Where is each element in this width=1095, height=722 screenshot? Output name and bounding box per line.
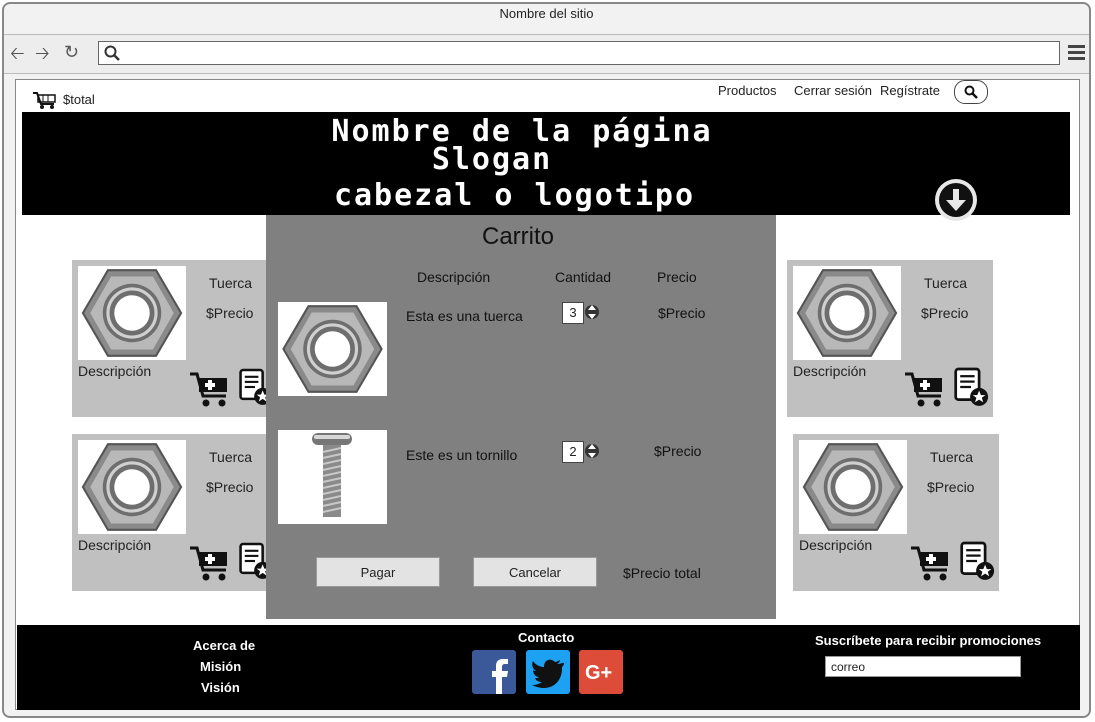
product-name: Tuerca	[209, 449, 253, 465]
screw-image-icon	[312, 433, 352, 517]
product-card[interactable]: Tuerca $Precio Descripción	[72, 434, 272, 591]
product-image	[78, 440, 186, 534]
facebook-icon[interactable]	[472, 650, 516, 694]
product-price: $Precio	[206, 305, 254, 321]
product-image	[793, 266, 901, 360]
search-icon	[964, 85, 978, 99]
details-icon[interactable]	[959, 539, 995, 583]
quantity-arrows[interactable]	[585, 441, 599, 461]
add-to-cart-icon[interactable]	[909, 542, 955, 582]
reload-icon[interactable]: ↻	[64, 43, 79, 61]
site-search-button[interactable]	[954, 80, 988, 104]
window-title: Nombre del sitio	[499, 6, 594, 21]
product-description: Descripción	[78, 363, 152, 379]
column-header-description: Descripción	[417, 269, 491, 285]
nav-link-cerrar-sesion[interactable]: Cerrar sesión	[794, 83, 872, 98]
back-arrow-icon[interactable]: 🡠	[10, 44, 25, 62]
svg-text:G+: G+	[585, 662, 612, 684]
slogan: Slogan	[431, 142, 553, 177]
footer-link-about[interactable]: Acerca de	[193, 638, 255, 653]
product-description: Descripción	[799, 537, 873, 553]
cart-total: $total	[63, 92, 95, 107]
footer-link-mission[interactable]: Misión	[200, 659, 241, 674]
product-description: Descripción	[793, 363, 867, 379]
product-price: $Precio	[206, 479, 254, 495]
product-description: Descripción	[78, 537, 152, 553]
details-icon[interactable]	[953, 365, 989, 409]
product-price: $Precio	[921, 305, 969, 321]
footer-link-vision[interactable]: Visión	[201, 680, 240, 695]
forward-arrow-icon[interactable]: 🡢	[35, 44, 50, 62]
footer-subscribe-heading: Suscríbete para recibir promociones	[815, 633, 1042, 648]
shopping-cart-icon[interactable]	[32, 90, 58, 110]
address-bar[interactable]	[98, 41, 1060, 65]
product-price: $Precio	[927, 479, 975, 495]
search-icon	[104, 45, 120, 61]
quantity-stepper[interactable]: 3	[562, 302, 584, 324]
scroll-down-button[interactable]	[935, 179, 977, 221]
menu-icon[interactable]	[1068, 45, 1085, 60]
quantity-arrows[interactable]	[585, 302, 599, 322]
add-to-cart-icon[interactable]	[188, 542, 234, 582]
product-name: Tuerca	[930, 449, 974, 465]
nav-link-registrate[interactable]: Regístrate	[880, 83, 940, 98]
nav-link-productos[interactable]: Productos	[718, 83, 777, 98]
cart-item-image	[278, 302, 387, 396]
arrow-down-icon	[939, 183, 973, 217]
nut-image-icon	[278, 302, 387, 396]
quantity-stepper[interactable]: 2	[562, 441, 584, 463]
product-name: Tuerca	[924, 275, 968, 291]
up-down-arrows-icon	[585, 305, 599, 319]
product-card[interactable]: Tuerca $Precio Descripción	[72, 260, 272, 417]
cancel-button[interactable]: Cancelar	[473, 557, 597, 587]
cart-item-description: Esta es una tuerca	[406, 308, 523, 324]
email-field[interactable]: correo	[825, 656, 1021, 677]
product-card[interactable]: Tuerca $Precio Descripción	[787, 260, 993, 417]
cart-item-price: $Precio	[658, 305, 706, 321]
cart-modal: Carrito Descripción Cantidad Precio Esta…	[266, 215, 776, 619]
column-header-price: Precio	[657, 269, 697, 285]
cart-item-price: $Precio	[654, 443, 702, 459]
column-header-quantity: Cantidad	[555, 269, 612, 285]
add-to-cart-icon[interactable]	[188, 368, 234, 408]
product-image	[78, 266, 186, 360]
cart-item-image	[278, 430, 387, 524]
google-plus-icon[interactable]: G+	[579, 650, 623, 694]
header-logo-text: cabezal o logotipo	[333, 178, 696, 213]
footer-contact-heading: Contacto	[518, 630, 575, 645]
product-card[interactable]: Tuerca $Precio Descripción	[793, 434, 999, 591]
add-to-cart-icon[interactable]	[903, 368, 949, 408]
cart-total-price: $Precio total	[623, 565, 701, 581]
product-name: Tuerca	[209, 275, 253, 291]
cart-title: Carrito	[482, 223, 555, 250]
pay-button[interactable]: Pagar	[316, 557, 440, 587]
product-image	[799, 440, 907, 534]
up-down-arrows-icon	[585, 444, 599, 458]
cart-item-description: Este es un tornillo	[406, 447, 518, 463]
header-banner: Nombre de la página Slogan cabezal o log…	[22, 112, 1070, 215]
twitter-icon[interactable]	[526, 650, 570, 694]
